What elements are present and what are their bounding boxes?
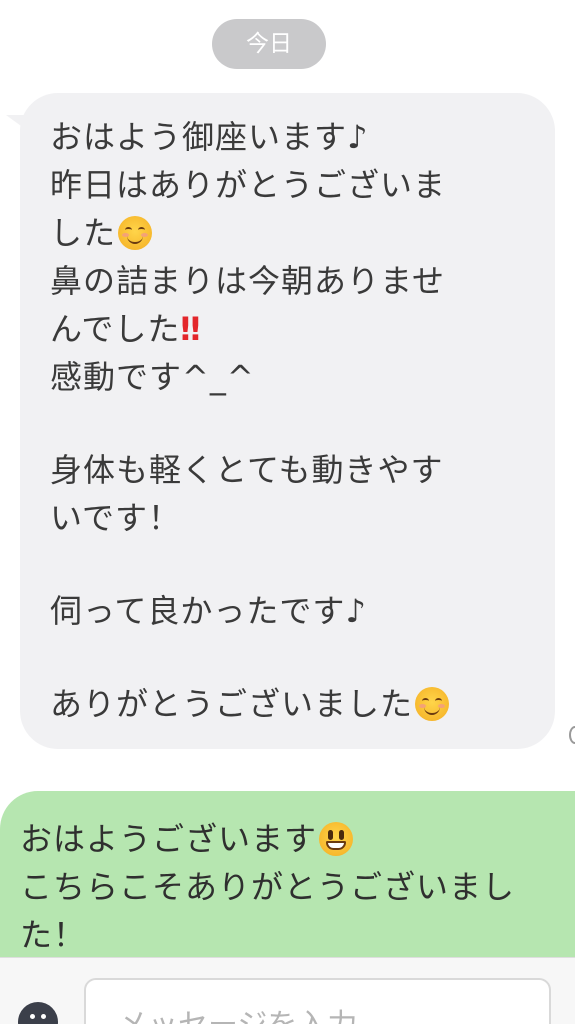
message-line [50,542,529,587]
smiling-face-icon [118,216,153,250]
message-line: おはよう御座います♪ [50,113,529,161]
message-text: ありがとうございました [50,685,414,723]
message-line: んでした‼ [50,305,529,353]
sticker-face-icon[interactable] [18,1002,58,1024]
chat-screen: 今日 おはよう御座います♪ 昨日はありがとうございま した 鼻の詰まりは今朝あり… [0,0,575,1024]
message-text: した [50,214,117,252]
message-line [50,401,529,446]
message-text: 伺って良かったです♪ [50,592,367,630]
message-text: 身体も軽くとても動きやす [50,451,444,489]
message-line: おはようございます [20,815,575,863]
partial-read-indicator [569,726,575,744]
message-line: 昨日はありがとうございま [50,161,529,209]
message-text: おはよう御座います♪ [50,118,369,156]
message-text: いです！ [50,499,182,537]
grinning-face-icon [319,822,354,856]
message-input-bar [0,957,575,1024]
double-exclamation-icon: ‼ [180,310,200,348]
message-text: た！ [20,916,87,954]
message-line: 身体も軽くとても動きやす [50,446,529,494]
message-text: 感動です^_^ [50,358,255,396]
message-line: 感動です^_^ [50,353,529,401]
date-separator: 今日 [212,19,326,69]
message-text: んでした [50,310,181,348]
message-line: いです！ [50,494,529,542]
incoming-message-bubble[interactable]: おはよう御座います♪ 昨日はありがとうございま した 鼻の詰まりは今朝ありませ … [20,93,555,749]
message-line: 伺って良かったです♪ [50,587,529,635]
message-input[interactable] [84,978,551,1024]
message-text: こちらこそありがとうございまし [20,868,516,906]
message-line: ありがとうございました [50,680,529,728]
message-text: おはようございます [20,820,318,858]
message-text: 鼻の詰まりは今朝ありませ [50,262,446,300]
message-line: した [50,209,529,257]
message-line [50,635,529,680]
message-line: こちらこそありがとうございまし [20,863,575,911]
message-line: 鼻の詰まりは今朝ありませ [50,257,529,305]
message-text: 昨日はありがとうございま [50,166,447,204]
message-line: た！ [20,911,575,959]
smiling-face-icon [415,687,450,721]
